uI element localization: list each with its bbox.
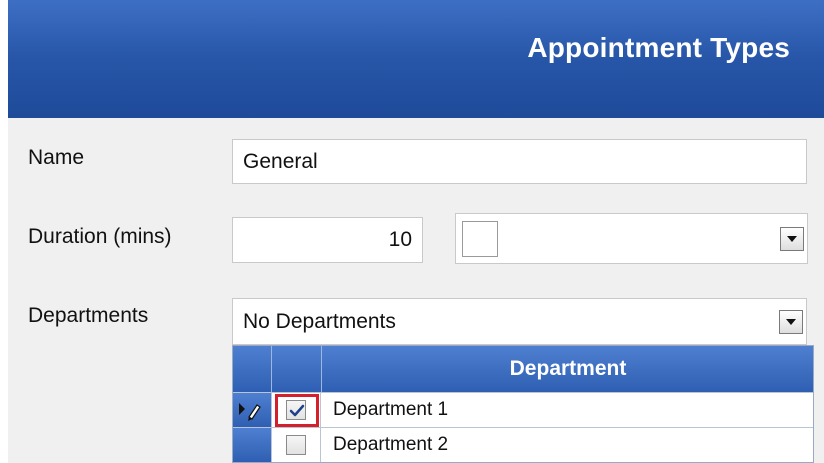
departments-label: Departments bbox=[28, 304, 149, 327]
chevron-down-icon bbox=[787, 235, 797, 242]
table-row[interactable]: Department 1 bbox=[233, 392, 813, 427]
color-swatch bbox=[462, 221, 498, 257]
row-check-cell bbox=[271, 393, 321, 427]
chevron-down-icon bbox=[786, 318, 796, 325]
page-title: Appointment Types bbox=[527, 32, 790, 63]
duration-label: Duration (mins) bbox=[28, 225, 172, 248]
highlight-box bbox=[275, 394, 319, 427]
table-row[interactable]: Department 2 bbox=[233, 427, 813, 462]
departments-grid: Department Department 1 Department 2 bbox=[232, 345, 814, 463]
departments-dropdown[interactable]: No Departments bbox=[232, 298, 807, 345]
name-input[interactable]: General bbox=[232, 139, 807, 184]
column-header-department[interactable]: Department bbox=[321, 346, 813, 392]
name-label: Name bbox=[28, 146, 85, 169]
duration-input[interactable]: 10 bbox=[232, 217, 423, 263]
appointment-types-window: Appointment Types Name General Duration … bbox=[8, 0, 824, 463]
color-dropdown[interactable] bbox=[455, 213, 808, 264]
grid-header: Department bbox=[233, 346, 813, 392]
row-selector[interactable] bbox=[233, 428, 271, 462]
department-label: Department 2 bbox=[333, 434, 449, 455]
departments-dropdown-value: No Departments bbox=[243, 309, 396, 333]
departments-dropdown-button[interactable] bbox=[779, 309, 803, 334]
row-selector[interactable] bbox=[233, 393, 271, 427]
department-2-checkbox[interactable] bbox=[286, 435, 306, 455]
header-bar: Appointment Types bbox=[8, 0, 824, 118]
row-check-cell bbox=[271, 428, 321, 462]
department-label: Department 1 bbox=[333, 399, 449, 420]
current-row-edit-icon bbox=[239, 403, 261, 421]
header-separator bbox=[271, 346, 272, 392]
color-dropdown-button[interactable] bbox=[780, 226, 804, 251]
